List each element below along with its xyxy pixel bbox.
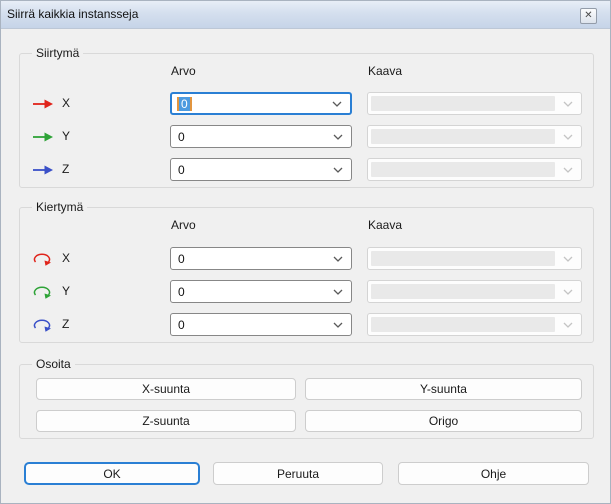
pick-group: Osoita X-suunta Y-suunta Z-suunta Origo: [19, 364, 594, 439]
disabled-formula-field: [371, 96, 555, 111]
rotation-row-y: Y 0: [20, 280, 593, 303]
axis-label: Z: [62, 313, 69, 336]
rotation-group-label: Kiertymä: [32, 200, 87, 214]
move-all-instances-dialog: Siirrä kaikkia instansseja ✕ Siirtymä Ar…: [0, 0, 611, 504]
axis-label: Y: [62, 280, 70, 303]
translation-y-formula-combobox: [367, 125, 582, 148]
combobox-value: 0: [179, 97, 190, 111]
rotation-row-z: Z 0: [20, 313, 593, 336]
translation-group-label: Siirtymä: [32, 46, 83, 60]
pick-origin-button[interactable]: Origo: [305, 410, 582, 432]
rotation-x-formula-combobox: [367, 247, 582, 270]
chevron-down-icon: [563, 134, 573, 140]
chevron-down-icon: [563, 256, 573, 262]
pick-y-direction-button[interactable]: Y-suunta: [305, 378, 582, 400]
chevron-down-icon[interactable]: [333, 289, 343, 295]
rotation-value-column-header: Arvo: [171, 218, 196, 232]
chevron-down-icon[interactable]: [333, 256, 343, 262]
axis-label: X: [62, 92, 70, 115]
translation-group: Siirtymä Arvo Kaava X 0: [19, 53, 594, 188]
rotation-y-value-combobox[interactable]: 0: [170, 280, 352, 303]
disabled-formula-field: [371, 129, 555, 144]
rotation-formula-column-header: Kaava: [368, 218, 402, 232]
chevron-down-icon: [563, 167, 573, 173]
disabled-formula-field: [371, 162, 555, 177]
window-title: Siirrä kaikkia instansseja: [7, 7, 138, 21]
combobox-value: 0: [178, 252, 185, 266]
disabled-formula-field: [371, 251, 555, 266]
translation-z-formula-combobox: [367, 158, 582, 181]
pick-z-direction-button[interactable]: Z-suunta: [36, 410, 296, 432]
rotate-around-axis-icon: [32, 284, 54, 300]
translation-x-value-combobox[interactable]: 0: [170, 92, 352, 115]
chevron-down-icon: [563, 101, 573, 107]
pick-x-direction-button[interactable]: X-suunta: [36, 378, 296, 400]
combobox-value: 0: [178, 130, 185, 144]
combobox-value: 0: [178, 318, 185, 332]
chevron-down-icon[interactable]: [333, 167, 343, 173]
combobox-value: 0: [178, 163, 185, 177]
rotation-y-formula-combobox: [367, 280, 582, 303]
disabled-formula-field: [371, 284, 555, 299]
chevron-down-icon[interactable]: [332, 101, 342, 107]
rotation-x-value-combobox[interactable]: 0: [170, 247, 352, 270]
rotation-z-formula-combobox: [367, 313, 582, 336]
axis-label: X: [62, 247, 70, 270]
rotate-around-axis-icon: [32, 317, 54, 333]
combobox-value: 0: [178, 285, 185, 299]
titlebar[interactable]: Siirrä kaikkia instansseja ✕: [1, 1, 610, 29]
rotation-row-x: X 0: [20, 247, 593, 270]
close-icon[interactable]: ✕: [580, 8, 597, 24]
arrow-right-icon: [32, 96, 54, 112]
chevron-down-icon[interactable]: [333, 322, 343, 328]
translation-z-value-combobox[interactable]: 0: [170, 158, 352, 181]
axis-label: Z: [62, 158, 69, 181]
translation-value-column-header: Arvo: [171, 64, 196, 78]
arrow-right-icon: [32, 162, 54, 178]
axis-label: Y: [62, 125, 70, 148]
rotate-around-axis-icon: [32, 251, 54, 267]
pick-group-label: Osoita: [32, 357, 75, 371]
translation-row-y: Y 0: [20, 125, 593, 148]
rotation-group: Kiertymä Arvo Kaava X 0: [19, 207, 594, 343]
translation-row-z: Z 0: [20, 158, 593, 181]
help-button[interactable]: Ohje: [398, 462, 589, 485]
translation-row-x: X 0: [20, 92, 593, 115]
arrow-right-icon: [32, 129, 54, 145]
ok-button[interactable]: OK: [24, 462, 200, 485]
rotation-z-value-combobox[interactable]: 0: [170, 313, 352, 336]
translation-x-formula-combobox: [367, 92, 582, 115]
translation-y-value-combobox[interactable]: 0: [170, 125, 352, 148]
cancel-button[interactable]: Peruuta: [213, 462, 383, 485]
chevron-down-icon[interactable]: [333, 134, 343, 140]
translation-formula-column-header: Kaava: [368, 64, 402, 78]
chevron-down-icon: [563, 322, 573, 328]
disabled-formula-field: [371, 317, 555, 332]
chevron-down-icon: [563, 289, 573, 295]
